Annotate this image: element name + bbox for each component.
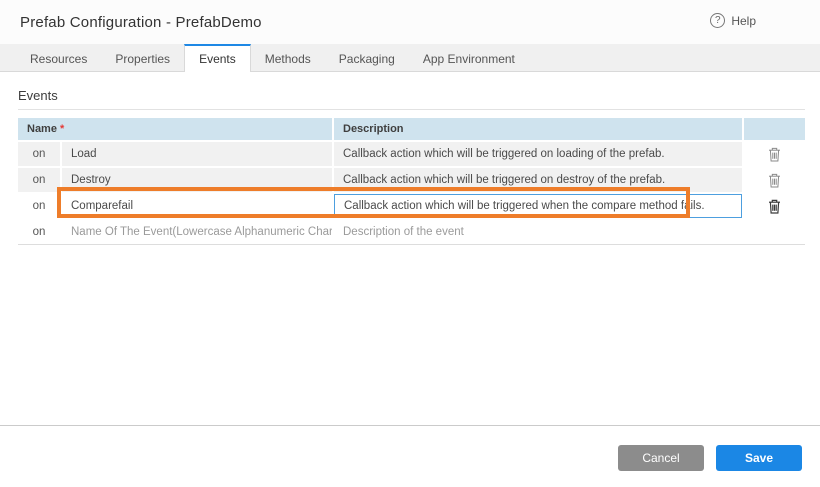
footer-divider <box>0 425 820 426</box>
event-name-field[interactable]: Load <box>62 142 332 166</box>
delete-event-button[interactable] <box>766 171 783 190</box>
event-description-input[interactable] <box>334 194 742 218</box>
dialog-title: Prefab Configuration - PrefabDemo <box>20 14 262 31</box>
tab-properties[interactable]: Properties <box>101 44 184 71</box>
trash-icon <box>768 147 781 162</box>
new-event-description-input[interactable] <box>334 220 742 244</box>
event-prefix: on <box>18 220 60 244</box>
titlebar: Prefab Configuration - PrefabDemo ? Help <box>0 0 820 44</box>
section-divider <box>18 109 805 110</box>
new-event-name-input[interactable] <box>62 220 332 244</box>
event-description-field[interactable]: Callback action which will be triggered … <box>334 168 742 192</box>
event-name-input[interactable]: Comparefail <box>62 194 332 218</box>
help-question-icon: ? <box>710 13 725 28</box>
event-prefix: on <box>18 168 60 192</box>
tab-bar: Resources Properties Events Methods Pack… <box>0 44 820 72</box>
trash-icon <box>768 199 781 214</box>
actions-column-header <box>744 118 805 140</box>
help-label: Help <box>731 14 756 28</box>
description-column-header: Description <box>334 118 742 140</box>
tab-methods[interactable]: Methods <box>251 44 325 71</box>
required-asterisk: * <box>60 123 64 135</box>
event-prefix: on <box>18 194 60 218</box>
delete-event-button[interactable] <box>766 197 783 216</box>
tab-packaging[interactable]: Packaging <box>325 44 409 71</box>
trash-icon <box>768 173 781 188</box>
new-event-row: on <box>18 220 805 245</box>
tab-app-environment[interactable]: App Environment <box>409 44 529 71</box>
event-row-comparefail: on Comparefail <box>18 194 805 218</box>
name-column-header: Name * <box>18 118 332 140</box>
help-button[interactable]: ? Help <box>710 13 756 28</box>
event-row-destroy: on Destroy Callback action which will be… <box>18 168 805 192</box>
table-header-row: Name * Description <box>18 118 805 140</box>
tab-resources[interactable]: Resources <box>16 44 101 71</box>
cancel-button[interactable]: Cancel <box>618 445 704 471</box>
event-name-field[interactable]: Destroy <box>62 168 332 192</box>
event-description-field[interactable]: Callback action which will be triggered … <box>334 142 742 166</box>
save-button[interactable]: Save <box>716 445 802 471</box>
delete-event-button[interactable] <box>766 145 783 164</box>
prefab-configuration-dialog: Prefab Configuration - PrefabDemo ? Help… <box>0 0 820 487</box>
events-section-title: Events <box>18 88 58 103</box>
event-row-load: on Load Callback action which will be tr… <box>18 142 805 166</box>
events-table: Name * Description on Load Callback acti… <box>18 118 805 247</box>
event-prefix: on <box>18 142 60 166</box>
tab-events[interactable]: Events <box>184 44 251 72</box>
